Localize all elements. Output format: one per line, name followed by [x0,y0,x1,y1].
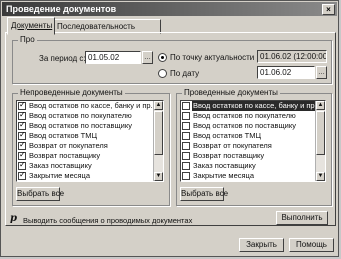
post-documents-dialog: Проведение документов × Документы Послед… [0,0,339,257]
radio-by-date[interactable] [158,69,167,78]
scroll-down-icon[interactable]: ▼ [316,172,325,181]
checkbox[interactable] [18,110,26,120]
checkbox[interactable] [182,152,190,160]
period-group-legend: Про [18,35,37,44]
checkbox[interactable] [182,162,190,170]
radio-actuality-label: По точку актуальности [170,53,255,62]
help-button[interactable]: Помощь [289,238,334,252]
posted-scrollbar[interactable]: ▲ ▼ [315,101,325,181]
message-icon: p [10,213,17,224]
scroll-thumb[interactable] [316,111,325,155]
unposted-list[interactable]: Ввод остатков по кассе, банку и пр. Ввод… [16,100,164,182]
checkbox[interactable] [182,102,190,110]
period-group: Про За период с: 01.05.02 … По точку акт… [12,35,332,84]
tab-panel: Про За период с: 01.05.02 … По точку акт… [5,32,336,226]
unposted-group: Непроведенные документы Ввод остатков по… [12,88,170,206]
posted-list[interactable]: Ввод остатков по кассе, банку и пр. Ввод… [180,100,326,182]
actuality-point-field: 01.06.02 (12:00:00) [257,50,327,63]
checkbox[interactable] [182,132,190,140]
close-icon[interactable]: × [322,4,335,15]
checkbox[interactable] [182,122,190,130]
period-picker-button[interactable]: … [142,51,153,64]
checkbox[interactable] [18,101,26,110]
checkbox[interactable] [18,150,26,160]
scroll-down-icon[interactable]: ▼ [154,172,163,181]
messages-option-label[interactable]: Выводить сообщения о проводимых документ… [23,216,192,225]
period-label: За период с: [39,54,86,63]
radio-actuality-point[interactable] [158,53,167,62]
unposted-title: Непроведенные документы [18,88,125,97]
checkbox[interactable] [18,170,26,180]
title-bar: Проведение документов × [2,2,337,16]
unposted-select-all-button[interactable]: Выбрать все [16,187,64,201]
execute-button[interactable]: Выполнить [276,211,328,225]
posted-title: Проведенные документы [182,88,280,97]
checkbox[interactable] [182,112,190,120]
period-start-field[interactable]: 01.05.02 [85,51,141,64]
checkbox[interactable] [18,130,26,140]
checkbox[interactable] [18,160,26,170]
posted-select-all-button[interactable]: Выбрать все [180,187,228,201]
window-title: Проведение документов [6,4,117,14]
checkbox[interactable] [182,172,190,180]
checkbox[interactable] [182,142,190,150]
radio-by-date-label: По дату [170,69,200,78]
tab-documents[interactable]: Документы [7,17,55,35]
date-picker-button[interactable]: … [316,66,327,79]
by-date-field[interactable]: 01.06.02 [257,66,315,79]
scroll-up-icon[interactable]: ▲ [316,101,325,110]
scroll-up-icon[interactable]: ▲ [154,101,163,110]
close-button[interactable]: Закрыть [239,238,284,252]
scroll-thumb[interactable] [154,111,163,155]
checkbox[interactable] [18,140,26,150]
checkbox[interactable] [18,120,26,130]
posted-group: Проведенные документы Ввод остатков по к… [176,88,332,206]
unposted-scrollbar[interactable]: ▲ ▼ [153,101,163,181]
